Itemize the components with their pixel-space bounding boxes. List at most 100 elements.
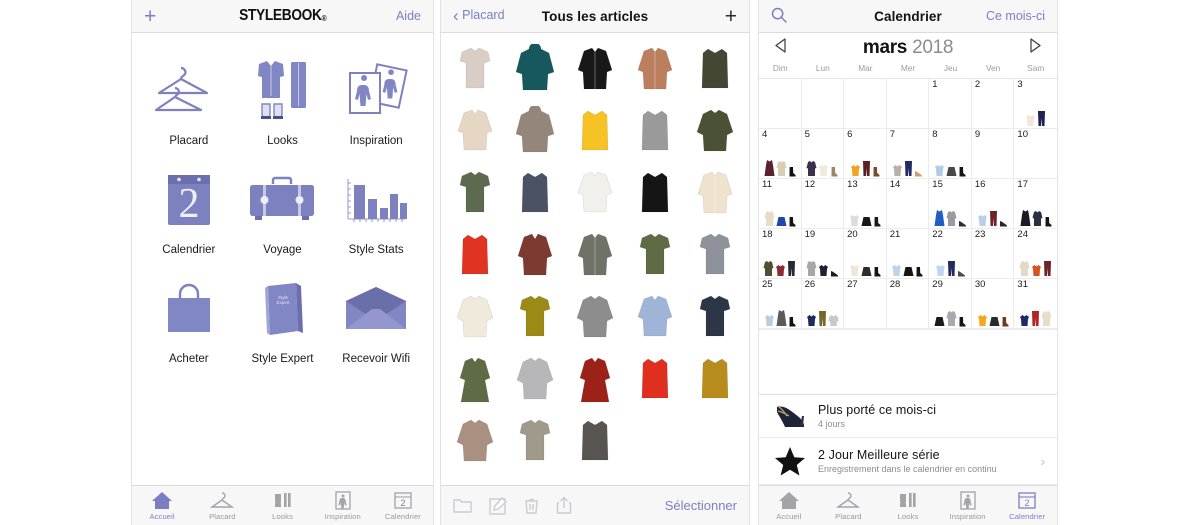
tab-inspiration[interactable]: Inspiration — [313, 490, 373, 521]
calendar-day-cell[interactable]: 5 — [801, 129, 845, 179]
closet-item[interactable] — [685, 39, 745, 101]
tab-placard[interactable]: Placard — [819, 491, 879, 521]
tab-looks[interactable]: Looks — [878, 491, 938, 521]
closet-item[interactable] — [625, 39, 685, 101]
calendar-day-cell[interactable]: 16 — [971, 179, 1015, 229]
tile-label: Placard — [169, 135, 209, 147]
closet-item[interactable] — [565, 39, 625, 101]
calendar-day-cell[interactable]: 8 — [929, 129, 972, 179]
next-month-button[interactable] — [1026, 37, 1043, 59]
calendar-day-cell[interactable]: 4 — [759, 129, 802, 179]
tile-calendrier[interactable]: 2 Calendrier — [142, 168, 236, 256]
trash-icon[interactable] — [524, 497, 539, 515]
calendar-day-cell[interactable]: 19 — [801, 229, 845, 279]
search-icon[interactable] — [771, 7, 787, 26]
closet-item[interactable] — [505, 287, 565, 349]
calendar-day-cell[interactable]: 22 — [929, 229, 972, 279]
select-button[interactable]: Sélectionner — [665, 498, 737, 513]
day-outfit-thumbnail — [1016, 287, 1055, 327]
closet-item[interactable] — [565, 349, 625, 411]
closet-item[interactable] — [685, 287, 745, 349]
closet-item[interactable] — [565, 411, 625, 473]
calendar-day-cell[interactable]: 27 — [844, 279, 887, 329]
closet-item[interactable] — [685, 225, 745, 287]
tile-style-stats[interactable]: Style Stats — [329, 168, 423, 256]
tab-accueil[interactable]: Accueil — [132, 491, 192, 521]
edit-icon[interactable] — [489, 496, 507, 515]
calendar-day-cell[interactable]: 9 — [971, 129, 1015, 179]
closet-item[interactable] — [565, 163, 625, 225]
this-month-button[interactable]: Ce mois-ci — [986, 9, 1045, 23]
calendar-day-cell[interactable]: 1 — [929, 79, 972, 129]
calendar-day-cell[interactable]: 23 — [971, 229, 1015, 279]
add-item-icon[interactable]: + — [725, 6, 737, 27]
closet-item[interactable] — [625, 225, 685, 287]
tile-recevoir-wifi[interactable]: Recevoir Wifi — [329, 277, 423, 365]
closet-item[interactable] — [445, 225, 505, 287]
calendar-day-cell[interactable]: 18 — [759, 229, 802, 279]
calendar-day-cell[interactable]: 11 — [759, 179, 802, 229]
calendar-day-cell[interactable]: 21 — [886, 229, 930, 279]
tab-inspiration[interactable]: Inspiration — [938, 490, 998, 521]
tile-placard[interactable]: Placard — [142, 59, 236, 147]
closet-item[interactable] — [685, 101, 745, 163]
tab-calendrier[interactable]: 2 Calendrier — [997, 491, 1057, 521]
closet-item[interactable] — [445, 101, 505, 163]
calendar-day-cell[interactable]: 14 — [886, 179, 930, 229]
calendar-day-cell[interactable]: 15 — [929, 179, 972, 229]
back-button[interactable]: ‹ Placard — [453, 6, 505, 26]
calendar-day-cell[interactable]: 2 — [971, 79, 1015, 129]
share-icon[interactable] — [556, 496, 572, 515]
closet-item[interactable] — [505, 101, 565, 163]
stat-row-best-streak[interactable]: 2 Jour Meilleure série Enregistrement da… — [759, 438, 1057, 485]
stat-row-most-worn[interactable]: Plus porté ce mois-ci 4 jours — [759, 395, 1057, 438]
prev-month-button[interactable] — [773, 37, 790, 59]
closet-item[interactable] — [505, 163, 565, 225]
calendar-day-cell[interactable]: 30 — [971, 279, 1015, 329]
calendar-day-cell[interactable]: 20 — [844, 229, 887, 279]
calendar-day-cell[interactable]: 31 — [1014, 279, 1057, 329]
tile-voyage[interactable]: Voyage — [236, 168, 330, 256]
closet-item[interactable] — [505, 349, 565, 411]
add-icon[interactable]: + — [144, 6, 156, 27]
calendar-day-cell[interactable]: 12 — [801, 179, 845, 229]
calendar-day-cell[interactable]: 10 — [1014, 129, 1057, 179]
closet-item[interactable] — [685, 163, 745, 225]
tile-inspiration[interactable]: Inspiration — [329, 59, 423, 147]
calendar-day-cell[interactable]: 7 — [886, 129, 930, 179]
calendar-day-cell[interactable]: 28 — [886, 279, 930, 329]
closet-item[interactable] — [625, 163, 685, 225]
closet-item[interactable] — [625, 287, 685, 349]
closet-item[interactable] — [685, 349, 745, 411]
calendar-day-cell[interactable]: 24 — [1014, 229, 1057, 279]
closet-item[interactable] — [445, 349, 505, 411]
tab-looks[interactable]: Looks — [252, 491, 312, 521]
tile-acheter[interactable]: Acheter — [142, 277, 236, 365]
help-button[interactable]: Aide — [396, 9, 421, 23]
tile-looks[interactable]: Looks — [236, 59, 330, 147]
closet-item[interactable] — [445, 163, 505, 225]
closet-item[interactable] — [505, 411, 565, 473]
closet-item[interactable] — [625, 349, 685, 411]
closet-item[interactable] — [565, 287, 625, 349]
closet-item[interactable] — [445, 39, 505, 101]
closet-item[interactable] — [505, 225, 565, 287]
calendar-day-cell[interactable]: 17 — [1014, 179, 1057, 229]
closet-item[interactable] — [565, 101, 625, 163]
tab-calendrier[interactable]: 2 Calendrier — [373, 491, 433, 521]
calendar-day-cell[interactable]: 13 — [844, 179, 887, 229]
closet-item[interactable] — [625, 101, 685, 163]
tab-placard[interactable]: Placard — [192, 491, 252, 521]
calendar-day-cell[interactable]: 3 — [1014, 79, 1057, 129]
calendar-day-cell[interactable]: 29 — [929, 279, 972, 329]
folder-icon[interactable] — [453, 497, 472, 514]
closet-item[interactable] — [445, 411, 505, 473]
tab-accueil[interactable]: Accueil — [759, 491, 819, 521]
tile-style-expert[interactable]: Style Expert Style Expert — [236, 277, 330, 365]
closet-item[interactable] — [445, 287, 505, 349]
closet-item[interactable] — [565, 225, 625, 287]
calendar-day-cell[interactable]: 25 — [759, 279, 802, 329]
calendar-day-cell[interactable]: 26 — [801, 279, 845, 329]
calendar-day-cell[interactable]: 6 — [844, 129, 887, 179]
closet-item[interactable] — [505, 39, 565, 101]
